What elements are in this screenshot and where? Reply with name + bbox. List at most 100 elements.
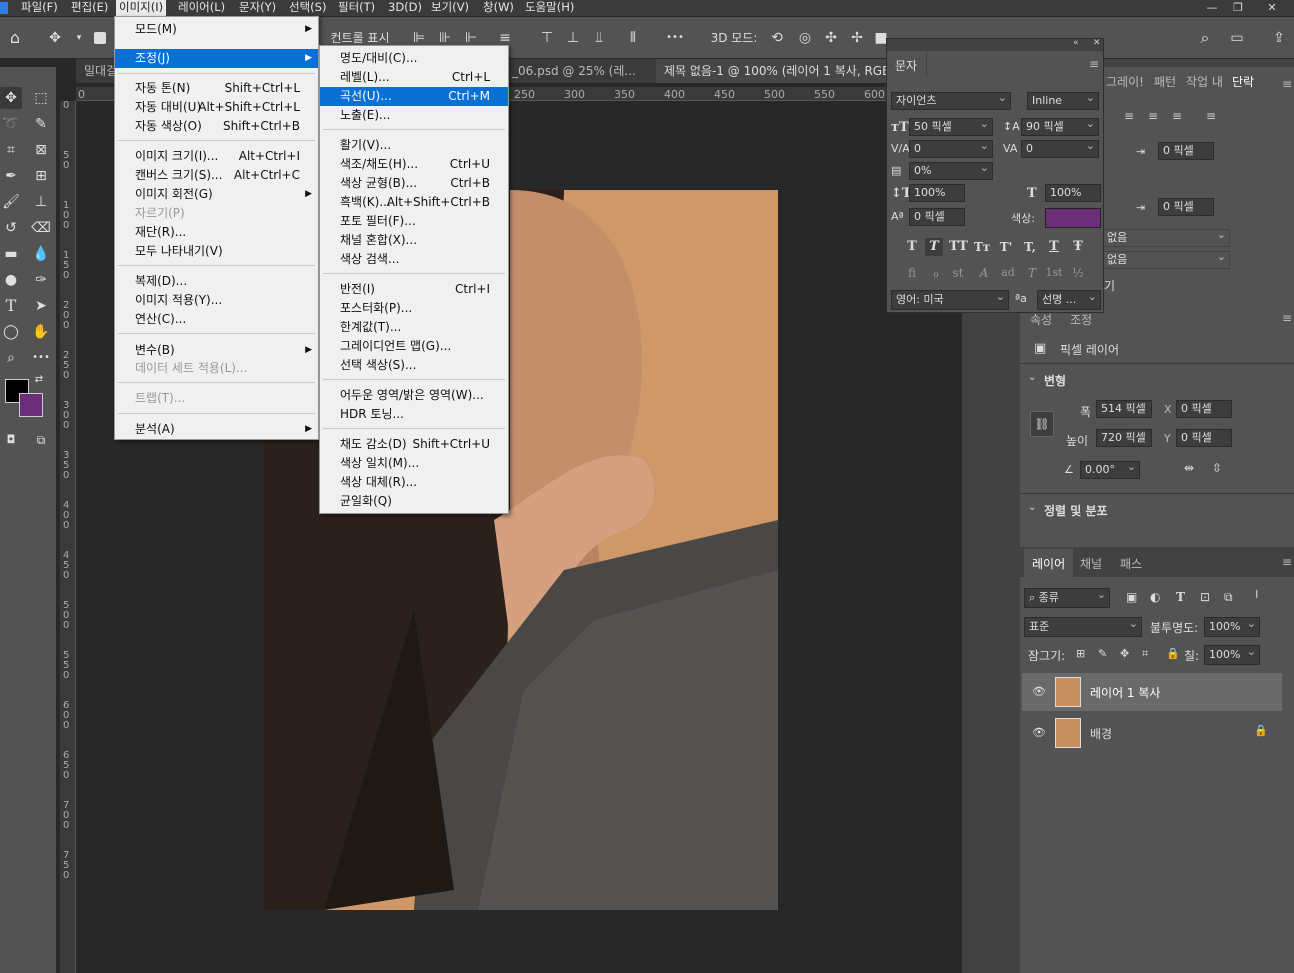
- menu-item-levels[interactable]: 레벨(L)... Ctrl+L: [320, 68, 508, 87]
- pen-tool-icon[interactable]: ✑: [30, 269, 52, 291]
- swap-colors-icon[interactable]: ⇄: [32, 373, 46, 387]
- eye-icon[interactable]: 👁: [1032, 685, 1046, 698]
- width-field[interactable]: 514 픽셀: [1096, 400, 1152, 418]
- faux-bold-button[interactable]: T: [903, 238, 921, 256]
- ligature-button[interactable]: fi: [903, 264, 921, 282]
- menu-item-selective-color[interactable]: 선택 색상(S)...: [320, 356, 508, 375]
- text-color-swatch[interactable]: [1045, 208, 1101, 228]
- menu-item-canvas-size[interactable]: 캔버스 크기(S)... Alt+Ctrl+C: [115, 166, 318, 185]
- filter-shape-icon[interactable]: ⊡: [1200, 590, 1210, 604]
- marquee-tool-icon[interactable]: ⬚: [30, 87, 52, 109]
- menu-edit[interactable]: 편집(E): [68, 0, 111, 16]
- tab-actions[interactable]: 작업 내: [1186, 73, 1223, 90]
- crop-tool-icon[interactable]: ⌗: [0, 139, 22, 161]
- menu-type[interactable]: 문자(Y): [236, 0, 279, 16]
- font-size-field[interactable]: 50 픽셀: [909, 118, 993, 136]
- tab-gradient[interactable]: 그레이!: [1106, 73, 1144, 90]
- quick-select-tool-icon[interactable]: ✎: [30, 113, 52, 135]
- anti-alias-dropdown[interactable]: 선명 ...: [1037, 290, 1101, 310]
- collapse-icon[interactable]: «: [1073, 38, 1079, 48]
- 3d-pan-icon[interactable]: ✣: [822, 29, 840, 47]
- menu-item-shadows-highlights[interactable]: 어두운 영역/밝은 영역(W)...: [320, 386, 508, 405]
- kerning-field[interactable]: 0: [909, 140, 993, 158]
- eye-icon[interactable]: 👁: [1032, 726, 1046, 739]
- lock-paint-icon[interactable]: ✎: [1098, 647, 1107, 660]
- tab-channels[interactable]: 채널: [1080, 555, 1102, 572]
- menu-item-calculations[interactable]: 연산(C)...: [115, 310, 318, 329]
- small-caps-button[interactable]: Tт: [973, 238, 991, 256]
- align-vcenter-icon[interactable]: ⊥: [564, 29, 582, 47]
- indent-right-field[interactable]: 0 픽셀: [1158, 142, 1214, 160]
- filter-smart-icon[interactable]: ⧉: [1224, 590, 1233, 605]
- tsume-field[interactable]: 0%: [909, 162, 993, 180]
- gradient-tool-icon[interactable]: ▬: [0, 243, 22, 265]
- menu-item-hdr-toning[interactable]: HDR 토닝...: [320, 405, 508, 424]
- menu-item-image-size[interactable]: 이미지 크기(I)... Alt+Ctrl+I: [115, 147, 318, 166]
- tab-paths[interactable]: 패스: [1120, 555, 1142, 572]
- 3d-roll-icon[interactable]: ◎: [796, 29, 814, 47]
- panel-menu-icon[interactable]: ≡: [1282, 77, 1292, 91]
- flip-vertical-icon[interactable]: ⇳: [1212, 461, 1222, 475]
- layer-row[interactable]: 👁 배경 🔒: [1022, 714, 1282, 752]
- menu-item-analysis[interactable]: 분석(A) ▶: [115, 420, 318, 439]
- type-tool-icon[interactable]: T: [0, 295, 22, 317]
- tool-preset-dropdown-icon[interactable]: ▾: [70, 29, 88, 47]
- layer-filter-dropdown[interactable]: ⌕ 종류: [1024, 588, 1110, 608]
- healing-tool-icon[interactable]: ⊞: [30, 165, 52, 187]
- panel-header[interactable]: [887, 39, 1103, 51]
- menu-item-curves[interactable]: 곡선(U)... Ctrl+M: [320, 87, 508, 106]
- menu-item-exposure[interactable]: 노출(E)...: [320, 106, 508, 125]
- menu-item-equalize[interactable]: 균일화(Q): [320, 492, 508, 511]
- menu-item-color-balance[interactable]: 색상 균형(B)... Ctrl+B: [320, 174, 508, 193]
- filter-toggle-icon[interactable]: ⏽: [1252, 587, 1262, 602]
- home-icon[interactable]: ⌂: [6, 29, 24, 47]
- 3d-slide-icon[interactable]: ✢: [848, 29, 866, 47]
- baseline-shift-field[interactable]: 0 픽셀: [909, 208, 965, 226]
- swash-button[interactable]: A: [975, 264, 993, 282]
- menu-help[interactable]: 도움말(H): [522, 0, 577, 16]
- menu-view[interactable]: 보기(V): [428, 0, 472, 16]
- hand-tool-icon[interactable]: ✋: [30, 321, 52, 343]
- all-caps-button[interactable]: TT: [949, 238, 968, 256]
- hyphenation-dropdown-1[interactable]: 없음: [1102, 229, 1230, 247]
- discretionary-ligature-button[interactable]: ℴ: [927, 264, 945, 282]
- brush-tool-icon[interactable]: 🖌: [0, 191, 22, 213]
- share-icon[interactable]: ⇪: [1270, 29, 1288, 47]
- link-dimensions-icon[interactable]: ⛓: [1030, 411, 1054, 437]
- language-dropdown[interactable]: 영어: 미국: [891, 290, 1009, 310]
- menu-item-duplicate[interactable]: 복제(D)...: [115, 272, 318, 291]
- menu-item-vibrance[interactable]: 활기(V)...: [320, 136, 508, 155]
- menu-item-posterize[interactable]: 포스터화(P)...: [320, 299, 508, 318]
- chevron-down-icon[interactable]: ⌄: [1028, 372, 1036, 383]
- menu-item-adjustments[interactable]: 조정(J) ▶: [115, 49, 318, 68]
- x-field[interactable]: 0 픽셀: [1176, 400, 1232, 418]
- move-tool-icon[interactable]: ✥: [0, 87, 22, 109]
- menu-window[interactable]: 창(W): [480, 0, 517, 16]
- background-color-swatch[interactable]: [19, 393, 43, 417]
- tab-layers[interactable]: 레이어: [1024, 549, 1074, 578]
- y-field[interactable]: 0 픽셀: [1176, 429, 1232, 447]
- flip-horizontal-icon[interactable]: ⇹: [1184, 461, 1194, 475]
- filter-pixel-icon[interactable]: ▣: [1126, 590, 1137, 604]
- vertical-scale-field[interactable]: 100%: [909, 184, 965, 202]
- history-brush-icon[interactable]: ↺: [0, 217, 22, 239]
- minimize-button[interactable]: —: [1202, 0, 1222, 16]
- menu-3d[interactable]: 3D(D): [385, 0, 425, 16]
- menu-item-image-rotation[interactable]: 이미지 회전(G) ▶: [115, 185, 318, 204]
- zoom-tool-icon[interactable]: ⌕: [0, 347, 22, 369]
- menu-item-reveal-all[interactable]: 모두 나타내기(V): [115, 242, 318, 261]
- filter-adjustment-icon[interactable]: ◐: [1150, 590, 1160, 604]
- layers-menu-icon[interactable]: ≡: [1282, 555, 1292, 569]
- eyedropper-tool-icon[interactable]: ✒: [0, 165, 22, 187]
- lock-position-icon[interactable]: ✥: [1120, 647, 1129, 660]
- properties-menu-icon[interactable]: ≡: [1282, 311, 1292, 325]
- menu-select[interactable]: 선택(S): [286, 0, 329, 16]
- menu-item-auto-tone[interactable]: 자동 톤(N) Shift+Ctrl+L: [115, 79, 318, 98]
- shape-tool-icon[interactable]: ◯: [0, 321, 22, 343]
- distribute-v-icon[interactable]: ⫴: [624, 29, 642, 47]
- menu-item-black-white[interactable]: 흑백(K)... Alt+Shift+Ctrl+B: [320, 193, 508, 212]
- panel-menu-icon[interactable]: ≡: [1089, 57, 1099, 71]
- align-center-text-icon[interactable]: ≡: [1148, 109, 1158, 123]
- menu-item-hue-saturation[interactable]: 색조/채도(H)... Ctrl+U: [320, 155, 508, 174]
- tracking-field[interactable]: 0: [1021, 140, 1099, 158]
